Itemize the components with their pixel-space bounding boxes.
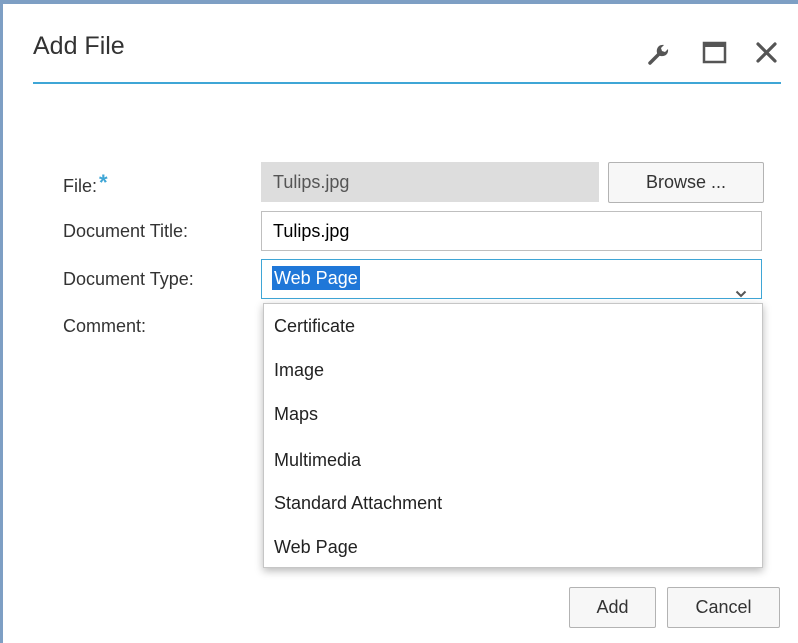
file-field: Tulips.jpg — [261, 162, 599, 202]
browse-button[interactable]: Browse ... — [608, 162, 764, 203]
dropdown-option[interactable]: Web Page — [274, 537, 358, 558]
cancel-button[interactable]: Cancel — [667, 587, 780, 628]
dialog-title: Add File — [33, 32, 125, 60]
document-title-label: Document Title: — [63, 221, 189, 241]
close-icon[interactable] — [752, 38, 782, 68]
document-type-label: Document Type: — [63, 269, 194, 289]
document-type-dropdown: Certificate Image Maps Multimedia Standa… — [263, 303, 763, 568]
window-top-border — [0, 0, 798, 4]
required-marker: * — [99, 170, 108, 195]
dropdown-option[interactable]: Certificate — [274, 316, 355, 337]
maximize-icon[interactable] — [700, 38, 730, 68]
title-divider — [33, 82, 781, 84]
dropdown-option[interactable]: Image — [274, 360, 324, 381]
file-label-text: File: — [63, 176, 98, 196]
file-label: File:* — [63, 170, 108, 198]
wrench-icon[interactable] — [644, 38, 674, 68]
comment-label: Comment: — [63, 316, 147, 336]
dropdown-option[interactable]: Multimedia — [274, 450, 361, 471]
window-left-border — [0, 0, 3, 643]
dropdown-option[interactable]: Maps — [274, 404, 318, 425]
document-type-select[interactable]: Web Page — [261, 259, 762, 299]
document-type-selected-value: Web Page — [272, 266, 360, 290]
dropdown-option[interactable]: Standard Attachment — [274, 493, 442, 514]
add-button[interactable]: Add — [569, 587, 656, 628]
document-title-input[interactable]: Tulips.jpg — [261, 211, 762, 251]
